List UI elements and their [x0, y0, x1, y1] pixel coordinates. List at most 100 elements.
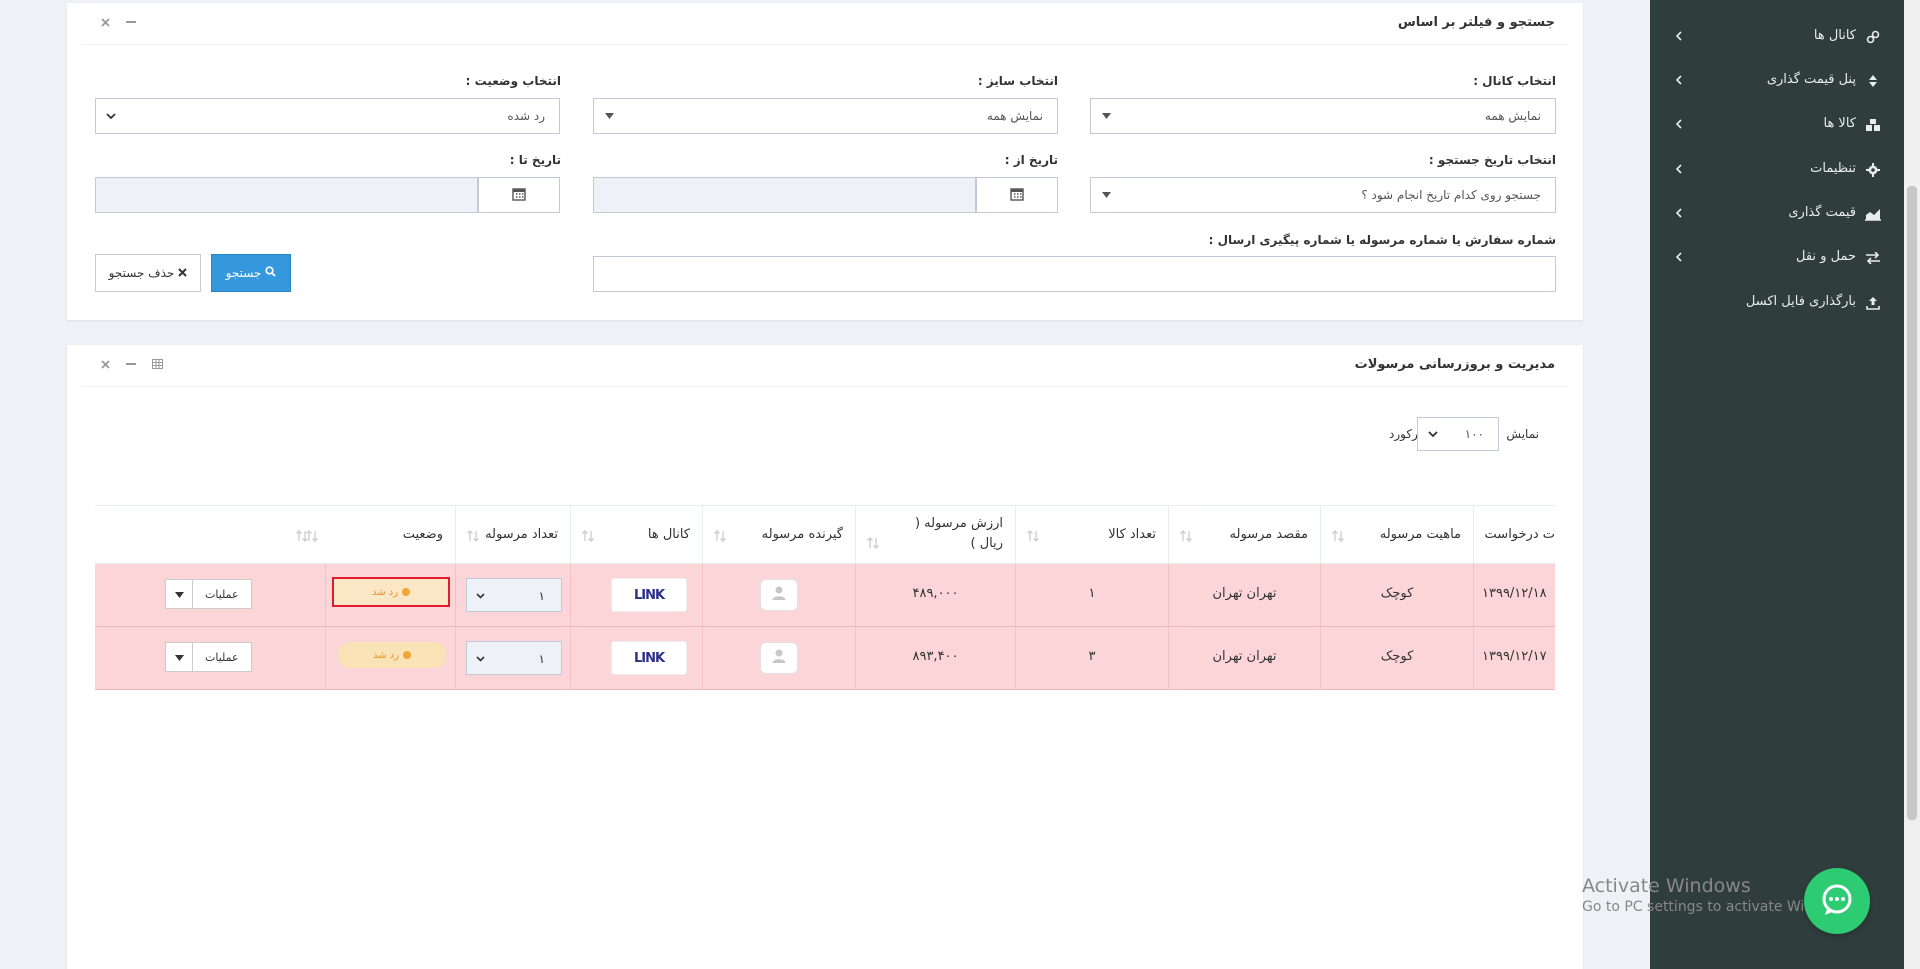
column-header-receiver[interactable]: گیرنده مرسوله	[702, 506, 855, 565]
search-button-label: جستجو	[225, 266, 262, 280]
ops-dropdown-toggle[interactable]	[165, 579, 193, 609]
sort-icon	[1331, 529, 1345, 543]
user-icon	[771, 648, 787, 668]
search-button[interactable]: جستجو	[211, 254, 291, 292]
page-size-value: ۱۰۰	[1464, 427, 1484, 441]
sidebar-item-settings[interactable]: تنظیمات	[1650, 155, 1904, 185]
package-count-select[interactable]: ۱	[466, 641, 562, 675]
show-label: نمایش	[1506, 427, 1539, 441]
clear-search-button[interactable]: حذف جستجو	[95, 254, 201, 292]
receiver-avatar[interactable]	[760, 642, 798, 674]
date-type-select[interactable]: جستجو روی کدام تاریخ انجام شود ؟	[1090, 177, 1556, 213]
column-header-nature[interactable]: ماهیت مرسوله	[1320, 506, 1473, 565]
column-header-item-count[interactable]: تعداد کالا	[1015, 506, 1168, 565]
status-badge: رد شد	[338, 642, 446, 668]
sidebar-item-label: کالا ها	[1823, 116, 1856, 131]
column-header-channels[interactable]: کانال ها	[570, 506, 702, 565]
filter-portlet: جستجو و فیلتر بر اساس انتخاب کانال : نما…	[67, 3, 1583, 320]
cell-package-count: ۱	[455, 564, 570, 627]
size-select[interactable]: نمایش همه	[593, 98, 1058, 134]
caret-down-icon	[604, 112, 614, 120]
sidebar: کانال ها پنل قیمت گذاری کالا ها تنظیمات …	[1650, 0, 1904, 969]
package-count-select[interactable]: ۱	[466, 578, 562, 612]
close-icon[interactable]	[99, 16, 111, 28]
chevron-down-icon	[1428, 430, 1438, 438]
package-count-value: ۱	[538, 652, 545, 666]
cell-value: ۴۸۹,۰۰۰	[855, 564, 1015, 627]
column-header-label: ت درخواست	[1484, 527, 1555, 542]
cell-value: ۸۹۳,۴۰۰	[855, 627, 1015, 690]
column-header-date[interactable]: ت درخواست	[1473, 506, 1555, 565]
chevron-left-icon	[1672, 205, 1686, 221]
chevron-down-icon	[475, 591, 485, 601]
cell-destination: تهران تهران	[1168, 564, 1320, 627]
caret-down-icon	[174, 650, 184, 665]
chevron-left-icon	[1672, 72, 1686, 88]
sort-icon	[1026, 529, 1040, 543]
order-number-input[interactable]	[593, 256, 1556, 292]
sort-icon	[1179, 529, 1193, 543]
size-select-value: نمایش همه	[986, 109, 1043, 123]
table-row: ۱۳۹۹/۱۲/۱۸ کوچک تهران تهران ۱ ۴۸۹,۰۰۰ LI…	[95, 564, 1555, 627]
close-icon[interactable]	[99, 358, 111, 370]
column-header-status[interactable]: وضعیت	[95, 506, 455, 565]
area-chart-icon	[1864, 205, 1882, 223]
watermark-title: Activate Windows	[1582, 875, 1751, 897]
date-to-input[interactable]	[95, 177, 478, 213]
user-icon	[771, 585, 787, 605]
receiver-avatar[interactable]	[760, 579, 798, 611]
cell-channel: LINK	[570, 627, 702, 690]
exchange-icon	[1864, 249, 1882, 267]
sidebar-item-products[interactable]: کالا ها	[1650, 110, 1904, 140]
size-label: انتخاب سایز :	[977, 74, 1058, 88]
portlet-tools	[99, 358, 163, 370]
cell-ops: عملیات	[95, 627, 325, 690]
table-header: ت درخواست ماهیت مرسوله مقصد مرسوله تعداد…	[95, 505, 1555, 565]
date-type-select-value: جستجو روی کدام تاریخ انجام شود ؟	[1361, 188, 1541, 202]
scrollbar-thumb[interactable]	[1907, 186, 1917, 820]
channel-logo: LINK	[611, 578, 687, 612]
sidebar-item-pricing-panel[interactable]: پنل قیمت گذاری	[1650, 66, 1904, 96]
ops-button[interactable]: عملیات	[193, 579, 252, 609]
status-select[interactable]: رد شده	[95, 98, 560, 134]
shipments-title: مدیریت و بروزرسانی مرسولات	[1354, 357, 1555, 372]
chat-button[interactable]	[1804, 868, 1870, 934]
table-icon[interactable]	[151, 358, 163, 370]
channel-select[interactable]: نمایش همه	[1090, 98, 1556, 134]
column-header-package-count[interactable]: تعداد مرسوله	[455, 506, 570, 565]
sidebar-item-shipping[interactable]: حمل و نقل	[1650, 243, 1904, 273]
status-dot-icon	[402, 588, 411, 596]
page-scrollbar[interactable]	[1904, 0, 1920, 969]
ops-dropdown-toggle[interactable]	[165, 642, 193, 672]
column-header-label: تعداد مرسوله	[485, 527, 558, 542]
date-from-input[interactable]	[593, 177, 976, 213]
cell-date: ۱۳۹۹/۱۲/۱۸	[1473, 564, 1555, 627]
caret-down-icon	[174, 587, 184, 602]
sidebar-item-channels[interactable]: کانال ها	[1650, 22, 1904, 52]
date-to-picker-button[interactable]	[478, 177, 560, 213]
date-from-picker-button[interactable]	[976, 177, 1058, 213]
package-count-value: ۱	[538, 589, 545, 603]
channel-logo: LINK	[611, 641, 687, 675]
minimize-icon[interactable]	[125, 358, 137, 370]
ops-button[interactable]: عملیات	[193, 642, 252, 672]
cell-destination: تهران تهران	[1168, 627, 1320, 690]
chevron-down-icon	[106, 112, 116, 120]
sidebar-item-label: قیمت گذاری	[1788, 205, 1856, 220]
sort-icon	[1864, 72, 1882, 90]
cell-nature: کوچک	[1320, 564, 1473, 627]
sidebar-item-excel-upload[interactable]: بارگذاری فایل اکسل	[1650, 288, 1904, 318]
cell-item-count: ۳	[1015, 627, 1168, 690]
minimize-icon[interactable]	[125, 16, 137, 28]
column-header-destination[interactable]: مقصد مرسوله	[1168, 506, 1320, 565]
page-size-select[interactable]: ۱۰۰	[1417, 417, 1499, 451]
channel-label: انتخاب کانال :	[1473, 74, 1556, 88]
search-icon	[265, 266, 277, 280]
cell-ops: عملیات	[95, 564, 325, 627]
status-badge: رد شد	[332, 577, 450, 607]
chevron-left-icon	[1672, 249, 1686, 265]
sidebar-item-pricing[interactable]: قیمت گذاری	[1650, 199, 1904, 229]
column-header-value[interactable]: ارزش مرسوله ( ریال )	[855, 506, 1015, 565]
upload-icon	[1864, 294, 1882, 312]
calendar-icon	[1010, 187, 1024, 204]
